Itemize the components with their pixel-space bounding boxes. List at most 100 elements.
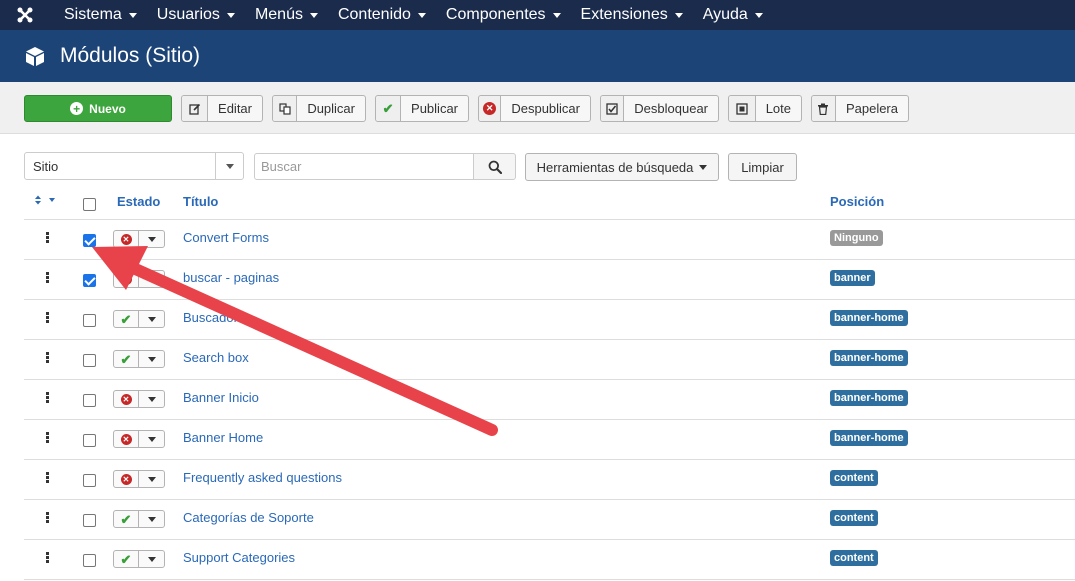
trash-icon (812, 96, 836, 121)
row-checkbox[interactable] (83, 354, 96, 367)
status-toggle[interactable]: ✔ (113, 550, 165, 568)
unpublished-x-icon[interactable]: ✕ (114, 231, 140, 247)
module-title-link[interactable]: Search box (183, 350, 249, 365)
published-check-icon[interactable]: ✔ (114, 511, 140, 527)
chevron-down-icon (215, 153, 243, 179)
row-checkbox[interactable] (83, 394, 96, 407)
module-title-link[interactable]: Convert Forms (183, 230, 269, 245)
title-column-header[interactable]: Título (183, 194, 218, 209)
module-title-link[interactable]: Buscador (183, 310, 238, 325)
status-toggle[interactable]: ✔ (113, 510, 165, 528)
drag-handle-icon[interactable] (46, 232, 50, 244)
table-row: ✕ Convert Forms Ninguno (24, 220, 1075, 260)
search-tools-button[interactable]: Herramientas de búsqueda (525, 153, 719, 181)
menu-menus[interactable]: Menús (245, 0, 328, 30)
status-toggle[interactable]: ✔ (113, 350, 165, 368)
module-title-link[interactable]: Banner Home (183, 430, 263, 445)
row-checkbox[interactable] (83, 434, 96, 447)
unpublished-x-icon[interactable]: ✕ (114, 471, 140, 487)
drag-handle-icon[interactable] (46, 352, 50, 364)
status-toggle[interactable]: ✕ (113, 230, 165, 248)
drag-handle-icon[interactable] (46, 472, 50, 484)
menu-componentes[interactable]: Componentes (436, 0, 571, 30)
status-dropdown-caret-icon[interactable] (139, 511, 164, 527)
module-title-link[interactable]: Categorías de Soporte (183, 510, 314, 525)
clear-button[interactable]: Limpiar (728, 153, 797, 181)
status-column-header[interactable]: Estado (117, 194, 160, 209)
trash-button[interactable]: Papelera (811, 95, 909, 122)
status-dropdown-caret-icon[interactable] (139, 351, 164, 367)
status-toggle[interactable]: ✕ (113, 470, 165, 488)
menu-contenido[interactable]: Contenido (328, 0, 436, 30)
published-check-icon[interactable]: ✔ (114, 311, 140, 327)
status-toggle[interactable]: ✕ (113, 390, 165, 408)
caret-down-icon (552, 12, 561, 18)
position-column-header[interactable]: Posición (830, 194, 884, 209)
new-button-label: Nuevo (89, 101, 126, 116)
select-all-checkbox[interactable] (83, 198, 96, 211)
plus-icon: + (70, 102, 84, 115)
status-dropdown-caret-icon[interactable] (139, 271, 164, 287)
row-checkbox[interactable] (83, 234, 96, 247)
search-input[interactable] (254, 153, 474, 180)
duplicate-button-label: Duplicar (307, 101, 355, 116)
menu-ayuda[interactable]: Ayuda (693, 0, 773, 30)
menu-extensiones[interactable]: Extensiones (571, 0, 693, 30)
caret-down-icon (417, 12, 426, 18)
menu-usuarios[interactable]: Usuarios (147, 0, 245, 30)
status-dropdown-caret-icon[interactable] (139, 431, 164, 447)
module-title-link[interactable]: Frequently asked questions (183, 470, 342, 485)
module-title-link[interactable]: buscar - paginas (183, 270, 279, 285)
menu-label: Componentes (445, 6, 546, 23)
menu-label: Usuarios (156, 6, 220, 23)
sort-icon[interactable] (34, 195, 56, 205)
unpublish-button[interactable]: ✕ Despublicar (478, 95, 591, 122)
caret-down-icon (754, 12, 763, 18)
unpublish-button-label: Despublicar (511, 101, 580, 116)
site-select[interactable]: Sitio (24, 152, 244, 180)
unpublished-x-icon[interactable]: ✕ (114, 391, 140, 407)
drag-handle-icon[interactable] (46, 512, 50, 524)
status-dropdown-caret-icon[interactable] (139, 471, 164, 487)
menu-label: Sistema (64, 6, 122, 23)
status-dropdown-caret-icon[interactable] (139, 391, 164, 407)
status-toggle[interactable]: ✕ (113, 430, 165, 448)
status-dropdown-caret-icon[interactable] (139, 551, 164, 567)
module-title-link[interactable]: Banner Inicio (183, 390, 259, 405)
search-button[interactable] (473, 153, 516, 180)
row-checkbox[interactable] (83, 514, 96, 527)
publish-button[interactable]: ✔ Publicar (375, 95, 469, 122)
module-title-link[interactable]: Support Categories (183, 550, 295, 565)
batch-button[interactable]: Lote (728, 95, 802, 122)
published-check-icon[interactable]: ✔ (114, 351, 140, 367)
menu-sistema[interactable]: Sistema (50, 0, 147, 30)
position-badge: banner (830, 270, 875, 286)
unpublished-x-icon[interactable]: ✕ (114, 271, 140, 287)
position-badge: Ninguno (830, 230, 883, 246)
status-toggle[interactable]: ✕ (113, 270, 165, 288)
drag-handle-icon[interactable] (46, 312, 50, 324)
checkin-button[interactable]: Desbloquear (600, 95, 719, 122)
row-checkbox[interactable] (83, 274, 96, 287)
drag-handle-icon[interactable] (46, 432, 50, 444)
position-badge: content (830, 470, 878, 486)
row-checkbox[interactable] (83, 474, 96, 487)
drag-handle-icon[interactable] (46, 272, 50, 284)
checkin-button-label: Desbloquear (634, 101, 708, 116)
site-select-value: Sitio (33, 159, 59, 174)
status-dropdown-caret-icon[interactable] (139, 311, 164, 327)
unpublished-x-icon[interactable]: ✕ (114, 431, 140, 447)
duplicate-button[interactable]: Duplicar (272, 95, 366, 122)
position-badge: banner-home (830, 390, 908, 406)
new-button[interactable]: + Nuevo (24, 95, 172, 122)
status-toggle[interactable]: ✔ (113, 310, 165, 328)
drag-handle-icon[interactable] (46, 392, 50, 404)
modules-table: Estado Título Posición ✕ Convert Forms Nin… (24, 182, 1075, 580)
row-checkbox[interactable] (83, 314, 96, 327)
published-check-icon[interactable]: ✔ (114, 551, 140, 567)
drag-handle-icon[interactable] (46, 552, 50, 564)
status-dropdown-caret-icon[interactable] (139, 231, 164, 247)
row-checkbox[interactable] (83, 554, 96, 567)
joomla-logo-icon[interactable] (0, 0, 50, 30)
edit-button[interactable]: Editar (181, 95, 263, 122)
